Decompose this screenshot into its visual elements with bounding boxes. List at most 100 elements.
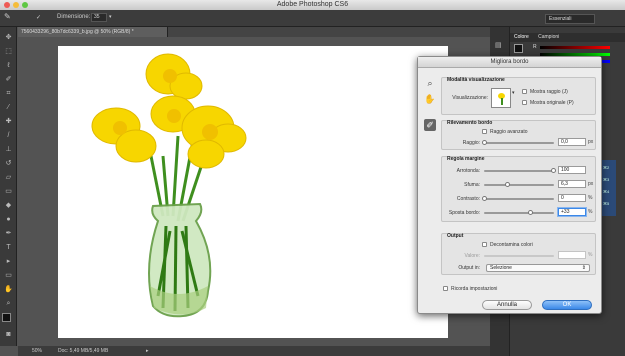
dodge-tool-icon[interactable]: ● (3, 215, 14, 224)
document-tab[interactable]: 7560433296_80b7dc6339_b.jpg @ 50% (RGB/8… (18, 27, 168, 37)
crop-tool-icon[interactable]: ⌗ (3, 89, 14, 98)
healing-tool-icon[interactable]: ✚ (3, 117, 14, 126)
feather-slider-thumb[interactable] (505, 182, 510, 187)
history-panel-icon[interactable]: ▤ (495, 41, 502, 49)
shift-edge-slider[interactable] (484, 212, 554, 214)
size-label: Dimensione: (57, 14, 91, 20)
status-bar: 50% Doc: 5,49 MB/5,49 MB ▸ (18, 346, 490, 356)
contrast-slider[interactable] (484, 198, 554, 200)
size-input[interactable]: 35 (91, 13, 107, 22)
channel-shortcut-2[interactable]: ⌘2 (603, 162, 615, 174)
feather-input[interactable]: 6,3 (558, 180, 586, 188)
shift-edge-label: Sposta bordo: (448, 210, 480, 216)
zoom-tool-icon[interactable]: ⌕ (3, 299, 14, 308)
shift-edge-unit: % (588, 209, 593, 215)
lasso-tool-icon[interactable]: ℓ (3, 61, 14, 70)
ok-button[interactable]: OK (542, 300, 592, 310)
dialog-title: Migliora bordo (418, 57, 601, 68)
shift-edge-input[interactable]: +33 (558, 208, 586, 216)
zoom-tool-icon[interactable]: ⌕ (424, 77, 436, 89)
contrast-unit: % (588, 195, 593, 201)
workspace-select[interactable]: Essenziali (545, 14, 595, 24)
eyedropper-tool-icon[interactable]: ⁄ (3, 103, 14, 112)
show-radius-checkbox[interactable] (522, 89, 527, 94)
options-bar: ✎ ✓ Dimensione: 35 ▾ Essenziali (0, 10, 625, 27)
status-menu-arrow-icon[interactable]: ▸ (146, 346, 149, 356)
smooth-slider-thumb[interactable] (551, 168, 556, 173)
refine-radius-tool-icon[interactable]: ✐ (424, 119, 436, 131)
view-mode-dropdown-icon[interactable]: ▾ (512, 90, 515, 96)
zoom-window-button[interactable] (22, 2, 28, 8)
cancel-button[interactable]: Annulla (482, 300, 532, 310)
smart-radius-checkbox[interactable] (482, 129, 487, 134)
document-canvas[interactable] (58, 46, 448, 338)
panel-foreground-swatch[interactable] (514, 44, 523, 53)
output-to-dropdown-icon: ⇕ (581, 265, 586, 271)
channel-shortcut-5[interactable]: ⌘5 (603, 198, 615, 210)
foreground-color-swatch[interactable] (2, 313, 11, 322)
path-selection-tool-icon[interactable]: ▸ (3, 257, 14, 266)
contrast-slider-thumb[interactable] (482, 196, 487, 201)
view-label: Visualizzazione: (452, 95, 488, 101)
color-panel-tabs: Colore Campioni (510, 33, 625, 42)
amount-input[interactable] (558, 251, 586, 259)
amount-label: Valore: (464, 253, 480, 259)
feather-unit: px (588, 181, 594, 187)
brush-tool-icon[interactable]: / (3, 131, 14, 140)
close-window-button[interactable] (4, 2, 10, 8)
output-title: Output (447, 233, 464, 239)
adjust-edge-group: Regola margine Arrotonda: 100 Sfuma: 6,3… (441, 156, 596, 222)
amount-slider[interactable] (484, 255, 554, 257)
smooth-slider[interactable] (484, 170, 554, 172)
size-dropdown-icon[interactable]: ▾ (109, 14, 112, 20)
smooth-input[interactable]: 100 (558, 166, 586, 174)
channel-shortcut-3[interactable]: ⌘3 (603, 174, 615, 186)
pen-tool-icon[interactable]: ✒ (3, 229, 14, 238)
feather-label: Sfuma: (464, 182, 480, 188)
red-slider[interactable] (540, 46, 610, 49)
brush-tool-preset-icon[interactable]: ✎ (4, 12, 11, 21)
channels-shortcut-column: ⌘2 ⌘3 ⌘4 ⌘5 (602, 160, 616, 216)
gradient-tool-icon[interactable]: ▭ (3, 187, 14, 196)
remember-settings-checkbox[interactable] (443, 286, 448, 291)
view-mode-thumbnail[interactable] (491, 88, 511, 108)
minimize-window-button[interactable] (13, 2, 19, 8)
hand-tool-icon[interactable]: ✋ (3, 285, 14, 294)
radius-slider[interactable] (484, 142, 554, 144)
output-to-select[interactable]: Selezione ⇕ (486, 264, 590, 272)
feather-slider[interactable] (484, 184, 554, 186)
blur-tool-icon[interactable]: ◆ (3, 201, 14, 210)
eraser-tool-icon[interactable]: ▱ (3, 173, 14, 182)
marquee-tool-icon[interactable]: ⬚ (3, 47, 14, 56)
decontaminate-checkbox[interactable] (482, 242, 487, 247)
channel-r-label: R (533, 44, 537, 50)
type-tool-icon[interactable]: T (3, 243, 14, 252)
radius-unit: px (588, 139, 594, 145)
smart-radius-label: Raggio avanzato (490, 129, 528, 135)
document-info: Doc: 5,49 MB/5,49 MB (58, 348, 109, 354)
clone-stamp-tool-icon[interactable]: ⊥ (3, 145, 14, 154)
shift-edge-slider-thumb[interactable] (528, 210, 533, 215)
view-thumb-stem-icon (501, 98, 503, 105)
radius-label: Raggio: (462, 140, 480, 146)
show-original-checkbox[interactable] (522, 100, 527, 105)
title-bar: Adobe Photoshop CS6 (0, 0, 625, 10)
radius-input[interactable]: 0,0 (558, 138, 586, 146)
contrast-input[interactable]: 0 (558, 194, 586, 202)
move-tool-icon[interactable]: ✥ (3, 33, 14, 42)
output-to-value: Selezione (490, 265, 512, 271)
channel-shortcut-4[interactable]: ⌘4 (603, 186, 615, 198)
history-brush-tool-icon[interactable]: ↺ (3, 159, 14, 168)
decontaminate-label: Decontamina colori (490, 242, 533, 248)
radius-slider-thumb[interactable] (482, 140, 487, 145)
brush-size-icon[interactable]: ✓ (36, 14, 41, 21)
tab-colore[interactable]: Colore (510, 34, 533, 40)
tab-campioni[interactable]: Campioni (534, 34, 563, 40)
zoom-level[interactable]: 50% (32, 346, 42, 356)
smooth-label: Arrotonda: (456, 168, 480, 174)
shape-tool-icon[interactable]: ▭ (3, 271, 14, 280)
hand-tool-icon[interactable]: ✋ (424, 93, 436, 105)
quick-mask-icon[interactable]: ◙ (3, 330, 14, 339)
amount-unit: % (588, 252, 593, 258)
quick-selection-tool-icon[interactable]: ✐ (3, 75, 14, 84)
